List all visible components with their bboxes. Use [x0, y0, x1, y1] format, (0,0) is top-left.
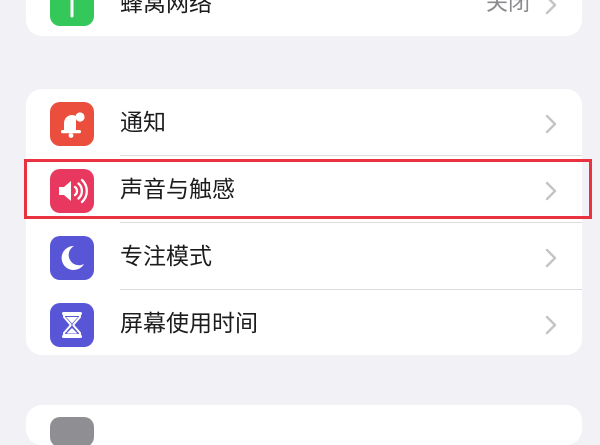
settings-row-value: 关闭 — [485, 0, 530, 16]
settings-row-screen-time[interactable]: 屏幕使用时间 — [26, 290, 582, 355]
antenna-icon — [50, 0, 94, 26]
chevron-right-icon — [544, 248, 558, 268]
gear-icon — [50, 417, 94, 445]
hourglass-icon — [50, 303, 94, 347]
settings-row-cellular[interactable]: 蜂窝网络 关闭 — [26, 0, 582, 36]
settings-row-label: 通知 — [120, 110, 166, 136]
settings-group-general: 通知 声音与触感 专注模式 屏幕使用时间 — [26, 89, 582, 355]
settings-row-label: 蜂窝网络 — [120, 0, 212, 17]
chevron-right-icon — [544, 181, 558, 201]
settings-row-focus[interactable]: 专注模式 — [26, 223, 582, 289]
settings-row-label: 专注模式 — [120, 244, 212, 270]
chevron-right-icon — [544, 315, 558, 335]
bell-badge-icon — [50, 102, 94, 146]
chevron-right-icon — [544, 0, 558, 15]
settings-group-next — [26, 405, 582, 445]
settings-row-notifications[interactable]: 通知 — [26, 89, 582, 155]
moon-icon — [50, 236, 94, 280]
settings-group-network: 蜂窝网络 关闭 — [26, 0, 582, 36]
settings-row-sounds-haptics[interactable]: 声音与触感 — [26, 156, 582, 222]
chevron-right-icon — [544, 114, 558, 134]
settings-row-label: 屏幕使用时间 — [120, 311, 258, 337]
settings-row-label: 声音与触感 — [120, 177, 235, 203]
speaker-wave-icon — [50, 169, 94, 213]
